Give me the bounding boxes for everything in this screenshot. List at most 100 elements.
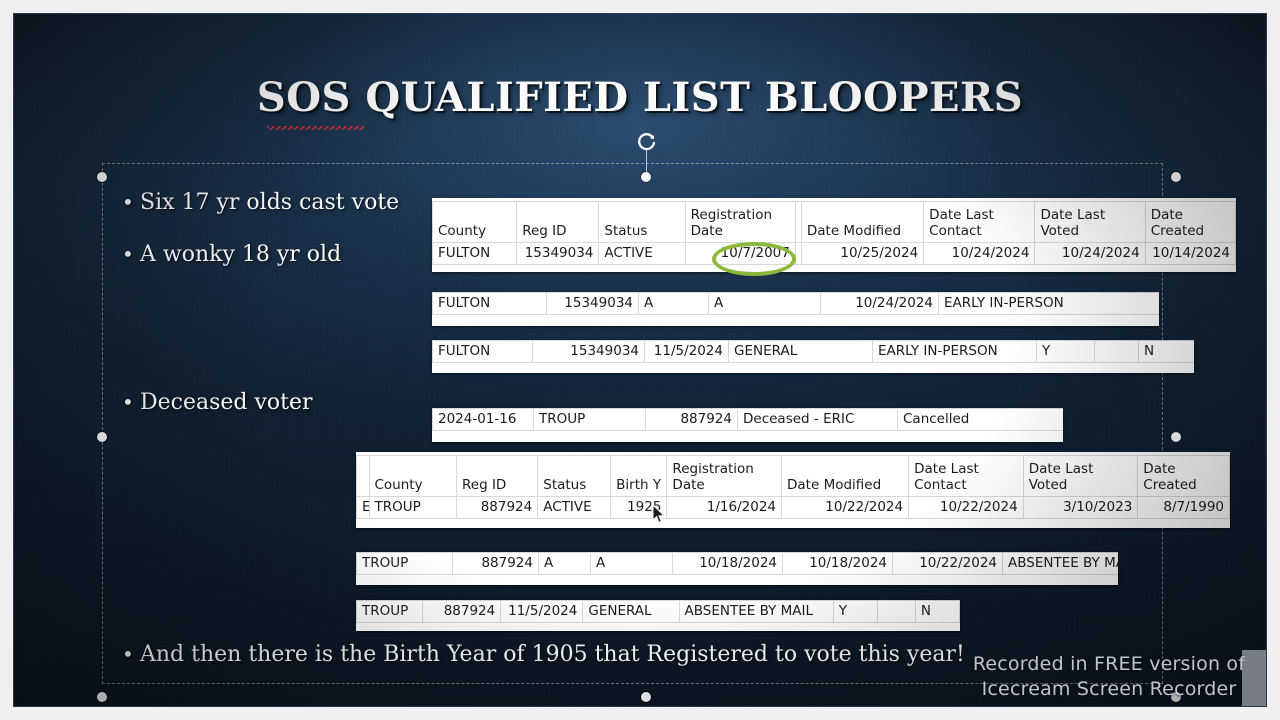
bullet-text: A wonky 18 yr old [140,242,342,267]
cell-status-code: A [638,292,709,315]
cell-date: 10/24/2024 [820,292,939,315]
header-cell: County [368,452,457,497]
cell-blank [1094,340,1139,363]
cell-status: ACTIVE [598,242,686,265]
header-cell: Reg ID [516,198,600,243]
header-cell: Status [598,198,686,243]
table-fulton-election-history: FULTON 15349034 11/5/2024 GENERAL EARLY … [432,340,1194,363]
spreadsheet-clip-troup-election-history[interactable]: TROUP 887924 11/5/2024 GENERAL ABSENTEE … [356,600,960,631]
recording-watermark: Recorded in FREE version of Icecream Scr… [954,652,1264,702]
table-header-row: County Reg ID Status Birth Y Registratio… [356,452,1230,497]
table-row: E TROUP 887924 ACTIVE 1925 1/16/2024 10/… [356,496,1230,519]
table-deceased-cancellation: 2024-01-16 TROUP 887924 Deceased - ERIC … [432,408,1063,431]
table-row: FULTON 15349034 11/5/2024 GENERAL EARLY … [432,340,1194,363]
table-row: TROUP 887924 A A 10/18/2024 10/18/2024 1… [356,552,1118,575]
spreadsheet-clip-fulton-election-history[interactable]: FULTON 15349034 11/5/2024 GENERAL EARLY … [432,340,1194,373]
selection-handle-middle-left[interactable] [97,432,107,442]
header-cell: Status [537,452,612,497]
header-cell-edge [356,452,370,497]
spreadsheet-clip-deceased-cancellation[interactable]: 2024-01-16 TROUP 887924 Deceased - ERIC … [432,408,1063,442]
bullet-item-3[interactable]: • Deceased voter [122,390,313,415]
bullet-item-4[interactable]: • And then there is the Birth Year of 190… [122,642,965,667]
cell-flag-n: N [914,600,960,623]
cell-reg-id: 15349034 [546,292,639,315]
cell-reg-id: 887924 [455,496,539,519]
bullet-marker: • [122,642,134,666]
cell-date-3: 10/22/2024 [892,552,1003,575]
selection-handle-middle-right[interactable] [1171,432,1181,442]
spreadsheet-clip-troup-registration[interactable]: County Reg ID Status Birth Y Registratio… [356,452,1230,528]
header-cell: Registration Date [666,452,783,497]
spreadsheet-clip-fulton-absentee-status[interactable]: FULTON 15349034 A A 10/24/2024 EARLY IN-… [432,292,1159,326]
cell-date-created: 8/7/1990 [1137,496,1230,519]
selection-handle-top-center[interactable] [641,172,651,182]
spellcheck-underline [267,126,364,130]
cell-status-code-2: A [708,292,821,315]
table-row: FULTON 15349034 A A 10/24/2024 EARLY IN-… [432,292,1159,315]
header-cell: Date Created [1144,198,1236,243]
spreadsheet-clip-troup-absentee-status[interactable]: TROUP 887924 A A 10/18/2024 10/18/2024 1… [356,552,1118,585]
cell-status-code-2: A [590,552,673,575]
spreadsheet-clip-fulton-registration[interactable]: County Reg ID Status Registration Date D… [432,198,1236,272]
cell-reg-id: 887924 [452,552,539,575]
table-troup-registration: County Reg ID Status Birth Y Registratio… [356,452,1230,519]
bullet-text: And then there is the Birth Year of 1905… [140,642,965,667]
table-troup-election-history: TROUP 887924 11/5/2024 GENERAL ABSENTEE … [356,600,960,623]
watermark-side-bar [1242,650,1266,706]
rotate-icon[interactable] [636,132,657,153]
cell-date-last-contact: 10/22/2024 [908,496,1024,519]
bullet-item-2[interactable]: • A wonky 18 yr old [122,242,341,267]
cell-county: FULTON [432,292,547,315]
cell-flag-n: N [1138,340,1194,363]
cell-cancel-date: 2024-01-16 [432,408,534,431]
selection-handle-top-right[interactable] [1171,172,1181,182]
clip-top-edge [432,198,1236,202]
cell-election-date: 11/5/2024 [644,340,729,363]
header-cell: Registration Date [684,198,796,243]
header-cell: Birth Y [610,452,668,497]
cell-election-date: 11/5/2024 [500,600,584,623]
bullet-marker: • [122,190,134,214]
header-cell: Date Last Contact [908,452,1024,497]
screen-root: SOS QUALIFIED LIST BLOOPERS • Six 17 yr o… [0,0,1280,720]
cell-registration-date: 1/16/2024 [666,496,783,519]
table-row: 2024-01-16 TROUP 887924 Deceased - ERIC … [432,408,1063,431]
selection-handle-bottom-center[interactable] [641,692,651,702]
cell-ballot-style: EARLY IN-PERSON [872,340,1037,363]
cell-status-code: A [538,552,591,575]
cell-date-modified: 10/25/2024 [800,242,925,265]
cell-date-modified: 10/22/2024 [781,496,910,519]
presentation-slide[interactable]: SOS QUALIFIED LIST BLOOPERS • Six 17 yr o… [14,14,1266,706]
table-header-row: County Reg ID Status Registration Date D… [432,198,1236,243]
selection-handle-bottom-left[interactable] [97,692,107,702]
selection-handle-top-left[interactable] [97,172,107,182]
bullet-item-1[interactable]: • Six 17 yr olds cast vote [122,190,399,215]
table-row: FULTON 15349034 ACTIVE 10/7/2007 10/25/2… [432,242,1236,265]
bullet-marker: • [122,390,134,414]
watermark-line-2: Icecream Screen Recorder [981,678,1237,700]
cell-cancel-reason: Deceased - ERIC [737,408,898,431]
cell-date-last-voted: 10/24/2024 [1034,242,1146,265]
header-cell: Date Modified [781,452,910,497]
header-cell: Date Last Contact [923,198,1036,243]
bullet-text: Six 17 yr olds cast vote [140,190,400,215]
bullet-marker: • [122,242,134,266]
header-cell: County [432,198,518,243]
cell-county: TROUP [368,496,457,519]
cell-row-edge: E [356,496,370,519]
table-fulton-absentee-status: FULTON 15349034 A A 10/24/2024 EARLY IN-… [432,292,1159,315]
clip-top-edge [356,452,1230,456]
cell-county: FULTON [432,242,518,265]
watermark-line-1: Recorded in FREE version of [972,653,1246,675]
table-fulton-registration: County Reg ID Status Registration Date D… [432,198,1236,265]
cell-county: TROUP [356,600,424,623]
header-cell: Reg ID [455,452,539,497]
header-cell: Date Last Voted [1034,198,1146,243]
cell-flag-y: Y [832,600,878,623]
cell-election-type: GENERAL [582,600,680,623]
table-troup-absentee-status: TROUP 887924 A A 10/18/2024 10/18/2024 1… [356,552,1118,575]
header-cell: Date Created [1137,452,1230,497]
cell-date-2: 10/18/2024 [782,552,893,575]
cell-reg-id: 15349034 [532,340,645,363]
cell-ballot-style: EARLY IN-PERSON [938,292,1159,315]
